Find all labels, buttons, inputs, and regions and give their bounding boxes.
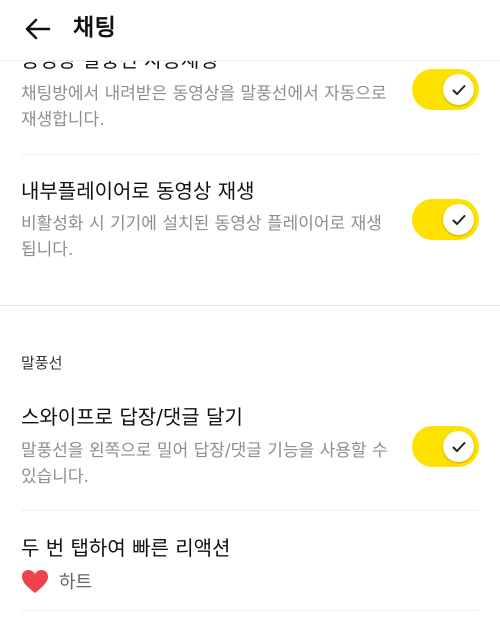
auto-play-toggle[interactable] [412,69,479,110]
auto-play-description: 채팅방에서 내려받은 동영상을 말풍선에서 자동으로 재생합니다. [21,84,387,130]
internal-player-description: 비활성화 시 기기에 설치된 동영상 플레이어로 재생됩니다. [21,214,382,260]
heart-icon [22,569,48,593]
swipe-reply-description: 말풍선을 왼쪽으로 밀어 답장/댓글 기능을 사용할 수 있습니다. [21,441,388,487]
divider [21,154,479,155]
internal-player-toggle[interactable] [412,199,479,240]
settings-list: 동영상 말풍선 자동재생 채팅방에서 내려받은 동영상을 말풍선에서 자동으로 … [0,0,500,621]
divider [21,610,479,611]
toggle-knob [443,74,474,105]
swipe-reply-title: 스와이프로 답장/댓글 달기 [21,405,243,429]
double-tap-title[interactable]: 두 번 탭하여 빠른 리액션 [21,532,230,561]
section-header-bubble: 말풍선 [21,354,63,372]
page-title: 채팅 [73,15,117,41]
double-tap-reaction[interactable]: 하트 [21,568,92,594]
internal-player-title: 내부플레이어로 동영상 재생 [21,179,255,203]
check-icon [452,214,465,225]
app-header: 채팅 [0,0,500,61]
arrow-left-icon [25,18,51,40]
back-button[interactable] [18,9,58,49]
toggle-knob [443,431,474,462]
check-icon [452,84,465,95]
swipe-reply-toggle[interactable] [412,426,479,467]
divider [21,510,479,511]
reaction-label: 하트 [59,572,93,593]
section-divider [0,305,500,306]
check-icon [452,441,465,452]
toggle-knob [443,204,474,235]
